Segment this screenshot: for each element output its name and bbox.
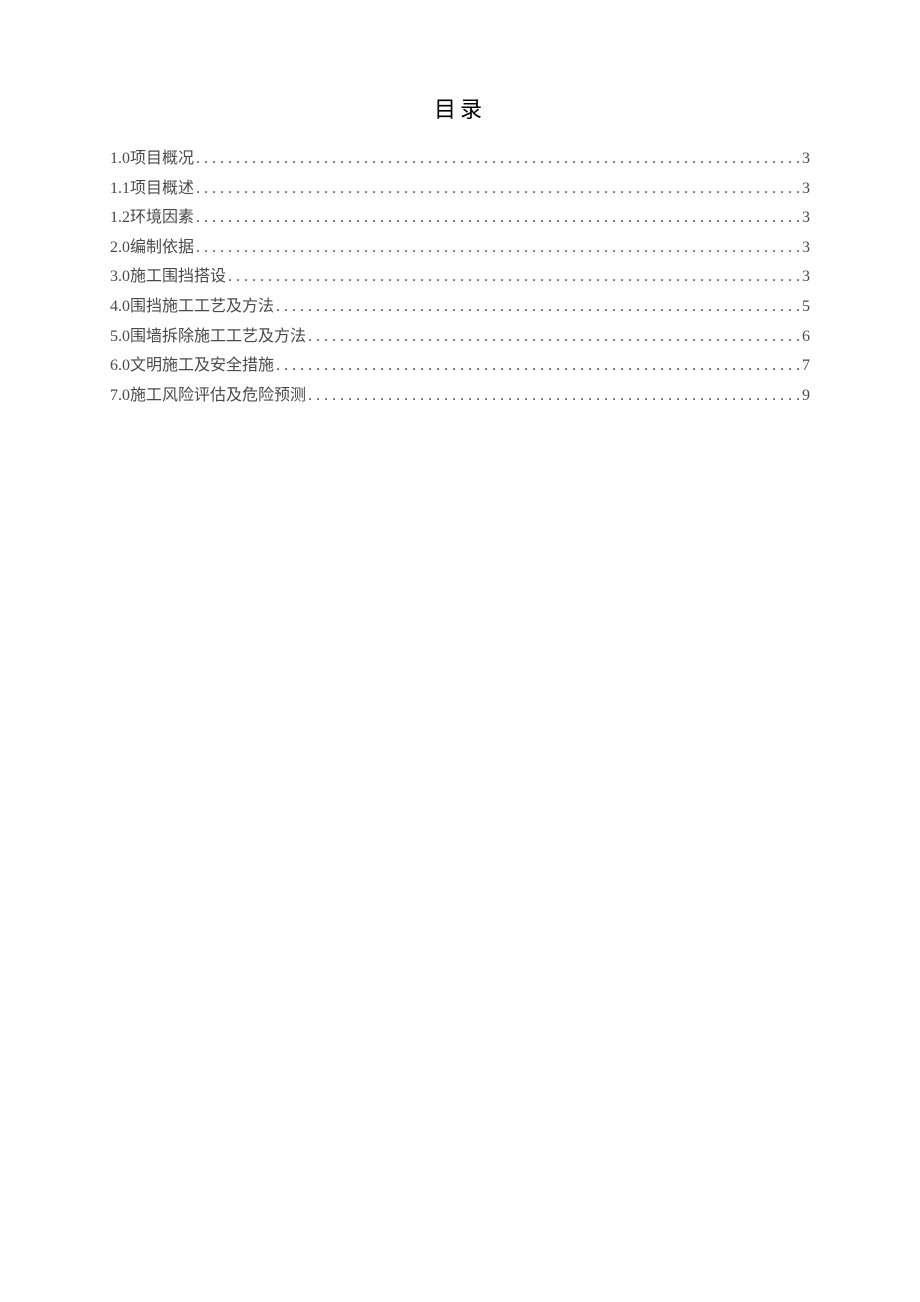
toc-entry[interactable]: 3.0施工围挡搭设 3	[110, 262, 810, 292]
toc-entry[interactable]: 4.0围挡施工工艺及方法 5	[110, 292, 810, 322]
toc-entry[interactable]: 1.2环境因素 3	[110, 203, 810, 233]
toc-leader-dots	[196, 233, 800, 263]
toc-entry-label: 6.0文明施工及安全措施	[110, 351, 274, 381]
toc-leader-dots	[196, 144, 800, 174]
toc-entry-label: 1.1项目概述	[110, 174, 194, 204]
toc-entry[interactable]: 2.0编制依据 3	[110, 233, 810, 263]
toc-entry[interactable]: 7.0施工风险评估及危险预测 9	[110, 381, 810, 411]
toc-entry[interactable]: 5.0围墙拆除施工工艺及方法 6	[110, 322, 810, 352]
toc-leader-dots	[276, 292, 800, 322]
toc-entry-label: 1.2环境因素	[110, 203, 194, 233]
toc-leader-dots	[196, 203, 800, 233]
toc-leader-dots	[276, 351, 800, 381]
toc-entry[interactable]: 1.0项目概况 3	[110, 144, 810, 174]
toc-entry-page: 5	[802, 292, 810, 322]
toc-entry-label: 3.0施工围挡搭设	[110, 262, 226, 292]
toc-entry-page: 6	[802, 322, 810, 352]
toc-leader-dots	[196, 174, 800, 204]
toc-entry-label: 2.0编制依据	[110, 233, 194, 263]
toc-entry-page: 9	[802, 381, 810, 411]
page-content: 目录 1.0项目概况31.1项目概述31.2环境因素32.0编制依据33.0施工…	[110, 92, 810, 410]
toc-entry-label: 1.0项目概况	[110, 144, 194, 174]
toc-leader-dots	[308, 381, 800, 411]
toc-entry-page: 3	[802, 262, 810, 292]
toc-entry-label: 5.0围墙拆除施工工艺及方法	[110, 322, 306, 352]
toc-leader-dots	[308, 322, 800, 352]
toc-entry-page: 3	[802, 203, 810, 233]
toc-entry-page: 3	[802, 233, 810, 263]
toc-entry-page: 3	[802, 144, 810, 174]
toc-entry[interactable]: 1.1项目概述 3	[110, 174, 810, 204]
toc-leader-dots	[228, 262, 800, 292]
toc-entry-label: 4.0围挡施工工艺及方法	[110, 292, 274, 322]
toc-entry-label: 7.0施工风险评估及危险预测	[110, 381, 306, 411]
toc-entry-page: 7	[802, 351, 810, 381]
toc-entry[interactable]: 6.0文明施工及安全措施 7	[110, 351, 810, 381]
toc-title: 目录	[110, 92, 810, 124]
toc-list: 1.0项目概况31.1项目概述31.2环境因素32.0编制依据33.0施工围挡搭…	[110, 144, 810, 410]
toc-entry-page: 3	[802, 174, 810, 204]
